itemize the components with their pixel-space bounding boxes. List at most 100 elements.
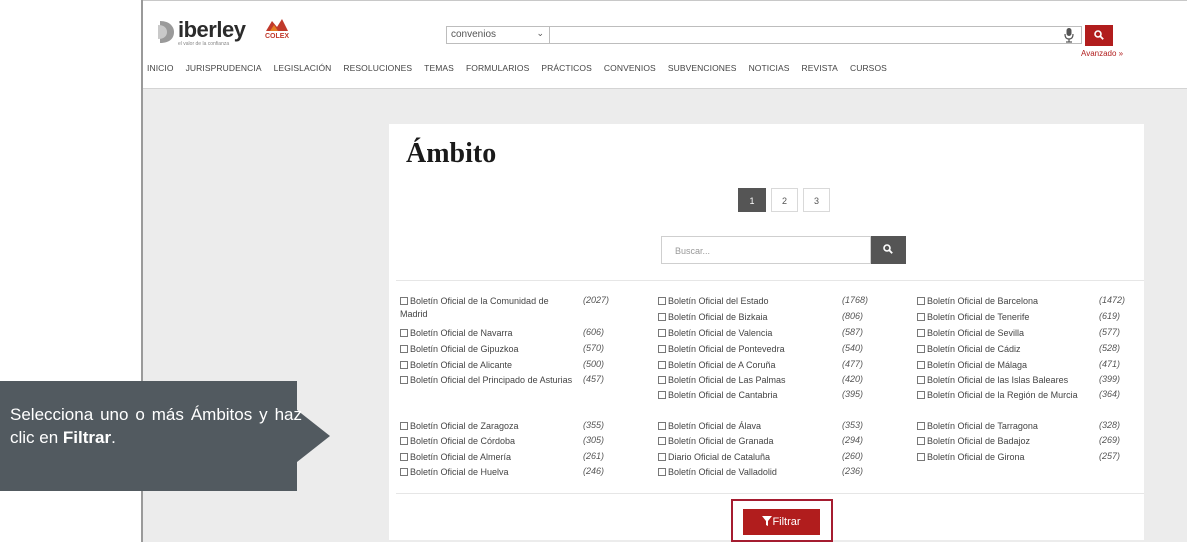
checkbox[interactable] xyxy=(658,361,666,369)
checkbox[interactable] xyxy=(400,297,408,305)
ambito-option[interactable]: Diario Oficial de Cataluña xyxy=(658,451,833,464)
checkbox[interactable] xyxy=(917,297,925,305)
nav-item-temas[interactable]: TEMAS xyxy=(424,63,454,73)
checkbox[interactable] xyxy=(400,329,408,337)
nav-item-resoluciones[interactable]: RESOLUCIONES xyxy=(343,63,412,73)
nav-item-practicos[interactable]: PRÁCTICOS xyxy=(541,63,592,73)
ambito-option[interactable]: Boletín Oficial de Valencia xyxy=(658,327,833,340)
nav-item-subvenciones[interactable]: SUBVENCIONES xyxy=(668,63,737,73)
ambito-count: (260) xyxy=(842,451,864,461)
search-scope-select[interactable]: convenios ⌄ xyxy=(446,26,550,44)
ambito-option[interactable]: Boletín Oficial de Zaragoza xyxy=(400,420,575,433)
ambito-count: (355) xyxy=(583,420,605,430)
funnel-icon xyxy=(762,516,773,526)
ambito-count: (528) xyxy=(1099,343,1121,353)
filter-button[interactable]: Filtrar xyxy=(743,509,820,535)
checkbox[interactable] xyxy=(658,453,666,461)
panel-title: Ámbito xyxy=(406,138,497,169)
advanced-search-link[interactable]: Avanzado » xyxy=(1081,49,1123,58)
nav-item-noticias[interactable]: NOTICIAS xyxy=(749,63,790,73)
nav-item-revista[interactable]: REVISTA xyxy=(802,63,838,73)
ambito-count: (328) xyxy=(1099,420,1121,430)
checkbox[interactable] xyxy=(658,329,666,337)
ambito-option[interactable]: Boletín Oficial de Valladolid xyxy=(658,466,833,479)
iberley-logo[interactable]: iberley el valor de la confianza COLEX xyxy=(156,17,296,49)
ambito-option[interactable]: Boletín Oficial de Córdoba xyxy=(400,435,575,448)
nav-item-cursos[interactable]: CURSOS xyxy=(850,63,887,73)
checkbox[interactable] xyxy=(400,345,408,353)
checkbox[interactable] xyxy=(917,345,925,353)
checkbox[interactable] xyxy=(658,345,666,353)
ambito-option[interactable]: Boletín Oficial de Sevilla xyxy=(917,327,1095,340)
checkbox[interactable] xyxy=(917,437,925,445)
ambito-option[interactable]: Boletín Oficial de Alicante xyxy=(400,359,575,372)
ambito-option[interactable]: Boletín Oficial de A Coruña xyxy=(658,359,833,372)
ambito-option[interactable]: Boletín Oficial de las Islas Baleares xyxy=(917,374,1095,387)
ambito-option[interactable]: Boletín Oficial de Almería xyxy=(400,451,575,464)
iberley-mark-icon xyxy=(158,21,174,43)
checkbox[interactable] xyxy=(400,361,408,369)
checkbox[interactable] xyxy=(658,313,666,321)
ambito-option[interactable]: Boletín Oficial de Pontevedra xyxy=(658,343,833,356)
list-divider-bottom xyxy=(396,493,1144,494)
ambito-count: (587) xyxy=(842,327,864,337)
ambito-option[interactable]: Boletín Oficial de Tarragona xyxy=(917,420,1095,433)
nav-item-legislacion[interactable]: LEGISLACIÓN xyxy=(274,63,332,73)
ambito-option[interactable]: Boletín Oficial del Principado de Asturi… xyxy=(400,374,575,387)
ambito-option[interactable]: Boletín Oficial de Cantabria xyxy=(658,389,833,402)
ambito-option[interactable]: Boletín Oficial de Badajoz xyxy=(917,435,1095,448)
checkbox[interactable] xyxy=(658,468,666,476)
nav-item-jurisprudencia[interactable]: JURISPRUDENCIA xyxy=(186,63,262,73)
ambito-option[interactable]: Boletín Oficial de Gipuzkoa xyxy=(400,343,575,356)
ambito-option[interactable]: Boletín Oficial de la Región de Murcia xyxy=(917,389,1082,402)
ambito-option[interactable]: Boletín Oficial de Tenerife xyxy=(917,311,1095,324)
site-header: iberley el valor de la confianza COLEX c… xyxy=(143,1,1187,87)
search-button[interactable] xyxy=(1085,25,1113,46)
search-scope-value: convenios xyxy=(451,29,497,40)
checkbox[interactable] xyxy=(400,422,408,430)
checkbox[interactable] xyxy=(658,376,666,384)
ambito-option[interactable]: Boletín Oficial de la Comunidad de Madri… xyxy=(400,295,575,321)
ambito-option[interactable]: Boletín Oficial de Málaga xyxy=(917,359,1095,372)
ambito-option[interactable]: Boletín Oficial de Granada xyxy=(658,435,833,448)
microphone-icon[interactable] xyxy=(1063,26,1075,44)
checkbox[interactable] xyxy=(917,422,925,430)
checkbox[interactable] xyxy=(658,297,666,305)
checkbox[interactable] xyxy=(917,391,925,399)
ambito-option[interactable]: Boletín Oficial de Bizkaia xyxy=(658,311,833,324)
checkbox[interactable] xyxy=(400,468,408,476)
chevron-down-icon: ⌄ xyxy=(536,28,544,38)
checkbox[interactable] xyxy=(917,376,925,384)
ambito-option[interactable]: Boletín Oficial de Cádiz xyxy=(917,343,1095,356)
ambito-option[interactable]: Boletín Oficial de Navarra xyxy=(400,327,575,340)
checkbox[interactable] xyxy=(917,313,925,321)
ambito-option[interactable]: Boletín Oficial del Estado xyxy=(658,295,833,308)
ambito-option[interactable]: Boletín Oficial de Álava xyxy=(658,420,833,433)
nav-item-inicio[interactable]: INICIO xyxy=(147,63,174,73)
checkbox[interactable] xyxy=(400,453,408,461)
list-divider-top xyxy=(396,280,1144,281)
ambito-count: (606) xyxy=(583,327,605,337)
checkbox[interactable] xyxy=(400,437,408,445)
ambito-search-input[interactable]: Buscar... xyxy=(661,236,871,264)
ambito-option[interactable]: Boletín Oficial de Barcelona xyxy=(917,295,1095,308)
checkbox[interactable] xyxy=(917,329,925,337)
ambito-option[interactable]: Boletín Oficial de Las Palmas xyxy=(658,374,833,387)
ambito-search-button[interactable] xyxy=(871,236,906,264)
pagination-page-2[interactable]: 2 xyxy=(771,188,798,212)
ambito-count: (261) xyxy=(583,451,605,461)
checkbox[interactable] xyxy=(658,422,666,430)
nav-item-convenios[interactable]: CONVENIOS xyxy=(604,63,656,73)
checkbox[interactable] xyxy=(917,453,925,461)
ambito-option[interactable]: Boletín Oficial de Girona xyxy=(917,451,1095,464)
search-input[interactable] xyxy=(550,26,1082,44)
ambito-option[interactable]: Boletín Oficial de Huelva xyxy=(400,466,575,479)
checkbox[interactable] xyxy=(658,391,666,399)
checkbox[interactable] xyxy=(917,361,925,369)
nav-item-formularios[interactable]: FORMULARIOS xyxy=(466,63,529,73)
checkbox[interactable] xyxy=(658,437,666,445)
pagination-page-1[interactable]: 1 xyxy=(738,188,766,212)
checkbox[interactable] xyxy=(400,376,408,384)
pagination-page-3[interactable]: 3 xyxy=(803,188,830,212)
main-nav: INICIO JURISPRUDENCIA LEGISLACIÓN RESOLU… xyxy=(147,63,887,73)
